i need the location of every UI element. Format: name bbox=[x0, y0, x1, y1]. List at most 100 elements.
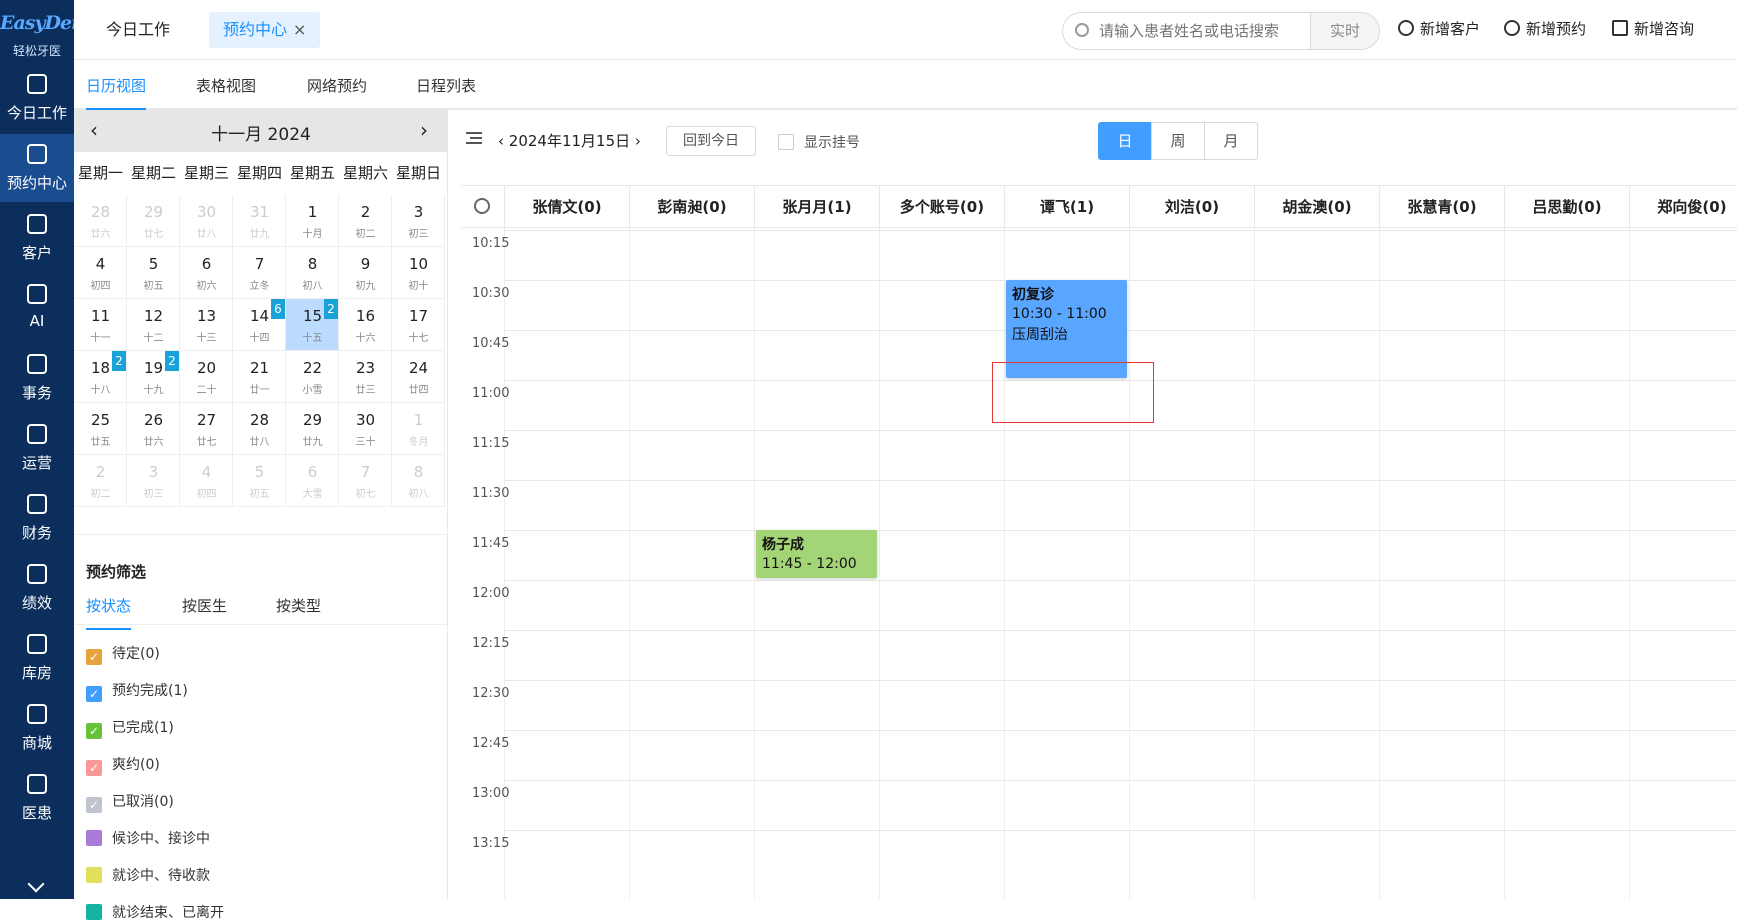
calendar-day[interactable]: 4 初四 bbox=[180, 455, 233, 507]
filter-item[interactable]: ✓ 预约完成(1) bbox=[86, 680, 188, 702]
doctor-column-header[interactable]: 谭飞(1) bbox=[1004, 186, 1129, 228]
calendar-day[interactable]: 3 初三 bbox=[392, 195, 445, 247]
calendar-day[interactable]: 8 初八 bbox=[286, 247, 339, 299]
back-to-today-button[interactable]: 回到今日 bbox=[666, 126, 756, 156]
calendar-day[interactable]: 5 初五 bbox=[127, 247, 180, 299]
calendar-day[interactable]: 30 廿八 bbox=[180, 195, 233, 247]
filter-item[interactable]: ✓ 已取消(0) bbox=[86, 791, 174, 813]
sidebar-item-5[interactable]: 运营 bbox=[0, 414, 74, 482]
view-day-button[interactable]: 日 bbox=[1098, 122, 1152, 160]
calendar-day[interactable]: 4 初四 bbox=[74, 247, 127, 299]
calendar-day[interactable]: 12 十二 bbox=[127, 299, 180, 351]
sidebar-item-6[interactable]: 财务 bbox=[0, 484, 74, 552]
sidebar-item-1[interactable]: 预约中心 bbox=[0, 134, 74, 202]
sidebar-item-7[interactable]: 绩效 bbox=[0, 554, 74, 622]
calendar-day[interactable]: 30 三十 bbox=[339, 403, 392, 455]
doctor-column-header[interactable]: 张倩文(0) bbox=[504, 186, 629, 228]
doctor-column-header[interactable]: 胡金澳(0) bbox=[1254, 186, 1379, 228]
calendar-day[interactable]: 5 初五 bbox=[233, 455, 286, 507]
filter-item[interactable]: 候诊中、接诊中 bbox=[86, 828, 210, 848]
doctor-column-header[interactable]: 张月月(1) bbox=[754, 186, 879, 228]
calendar-day[interactable]: 21 廿一 bbox=[233, 351, 286, 403]
calendar-day[interactable]: 20 二十 bbox=[180, 351, 233, 403]
doctor-column-header[interactable]: 张慧青(0) bbox=[1379, 186, 1504, 228]
calendar-day[interactable]: 6 初六 bbox=[180, 247, 233, 299]
calendar-day[interactable]: 28 廿八 bbox=[233, 403, 286, 455]
tab-today-work[interactable]: 今日工作 bbox=[92, 12, 184, 48]
calendar-day[interactable]: 2 初二 bbox=[74, 455, 127, 507]
calendar-day[interactable]: 7 立冬 bbox=[233, 247, 286, 299]
sidebar-item-0[interactable]: 今日工作 bbox=[0, 64, 74, 132]
sidebar-item-2[interactable]: 客户 bbox=[0, 204, 74, 272]
sidebar-item-8[interactable]: 库房 bbox=[0, 624, 74, 692]
calendar-day[interactable]: 6 大雪 bbox=[286, 455, 339, 507]
next-month-button[interactable]: › bbox=[420, 118, 428, 142]
calendar-day[interactable]: 22 小雪 bbox=[286, 351, 339, 403]
calendar-day[interactable]: 18 十八 2 bbox=[74, 351, 127, 403]
sidebar-item-3[interactable]: AI bbox=[0, 274, 74, 342]
tab-calendar-view[interactable]: 日历视图 bbox=[86, 75, 147, 110]
doctor-column-header[interactable]: 多个账号(0) bbox=[879, 186, 1004, 228]
filter-item[interactable]: ✓ 已完成(1) bbox=[86, 717, 174, 739]
calendar-day[interactable]: 14 十四 6 bbox=[233, 299, 286, 351]
calendar-day[interactable]: 11 十一 bbox=[74, 299, 127, 351]
calendar-day[interactable]: 25 廿五 bbox=[74, 403, 127, 455]
collapse-menu-icon[interactable] bbox=[466, 132, 482, 144]
calendar-day[interactable]: 24 廿四 bbox=[392, 351, 445, 403]
close-icon[interactable]: × bbox=[293, 20, 306, 39]
calendar-day[interactable]: 2 初二 bbox=[339, 195, 392, 247]
doctor-column-header[interactable]: 彭南昶(0) bbox=[629, 186, 754, 228]
check-icon[interactable]: ✓ bbox=[86, 649, 102, 665]
check-icon[interactable]: ✓ bbox=[86, 760, 102, 776]
chevron-down-icon[interactable] bbox=[27, 875, 45, 893]
tab-appointment-center[interactable]: 预约中心 × bbox=[209, 12, 321, 48]
gear-icon[interactable] bbox=[474, 198, 490, 214]
sidebar-item-4[interactable]: 事务 bbox=[0, 344, 74, 412]
doctor-column-header[interactable]: 刘洁(0) bbox=[1129, 186, 1254, 228]
status-color-swatch[interactable] bbox=[86, 830, 102, 846]
add-consult-button[interactable]: 新增咨询 bbox=[1612, 18, 1694, 39]
status-color-swatch[interactable] bbox=[86, 904, 102, 920]
calendar-day[interactable]: 19 十九 2 bbox=[127, 351, 180, 403]
appointment-card[interactable]: 杨子成 11:45 - 12:00 bbox=[756, 530, 877, 578]
sidebar-item-9[interactable]: 商城 bbox=[0, 694, 74, 762]
view-week-button[interactable]: 周 bbox=[1151, 122, 1205, 160]
view-month-button[interactable]: 月 bbox=[1204, 122, 1258, 160]
current-date[interactable]: ‹ 2024年11月15日 › bbox=[498, 130, 641, 151]
calendar-day[interactable]: 13 十三 bbox=[180, 299, 233, 351]
calendar-day[interactable]: 28 廿六 bbox=[74, 195, 127, 247]
calendar-day[interactable]: 7 初七 bbox=[339, 455, 392, 507]
calendar-day[interactable]: 27 廿七 bbox=[180, 403, 233, 455]
calendar-day[interactable]: 26 廿六 bbox=[127, 403, 180, 455]
calendar-day[interactable]: 1 冬月 bbox=[392, 403, 445, 455]
calendar-day[interactable]: 16 十六 bbox=[339, 299, 392, 351]
check-icon[interactable]: ✓ bbox=[86, 686, 102, 702]
calendar-day[interactable]: 10 初十 bbox=[392, 247, 445, 299]
realtime-button[interactable]: 实时 bbox=[1310, 12, 1380, 50]
add-customer-button[interactable]: 新增客户 bbox=[1398, 18, 1480, 39]
status-color-swatch[interactable] bbox=[86, 867, 102, 883]
tab-table-view[interactable]: 表格视图 bbox=[196, 75, 256, 108]
check-icon[interactable]: ✓ bbox=[86, 723, 102, 739]
calendar-day[interactable]: 31 廿九 bbox=[233, 195, 286, 247]
filter-item[interactable]: 就诊中、待收款 bbox=[86, 865, 210, 885]
doctor-column-header[interactable]: 吕思勤(0) bbox=[1504, 186, 1629, 228]
calendar-day[interactable]: 3 初三 bbox=[127, 455, 180, 507]
calendar-day[interactable]: 8 初八 bbox=[392, 455, 445, 507]
doctor-column-header[interactable]: 郑向俊(0) bbox=[1629, 186, 1737, 228]
sidebar-item-10[interactable]: 医患 bbox=[0, 764, 74, 832]
filter-item[interactable]: ✓ 待定(0) bbox=[86, 643, 160, 665]
filter-item[interactable]: 就诊结束、已离开 bbox=[86, 902, 224, 922]
calendar-day[interactable]: 1 十月 bbox=[286, 195, 339, 247]
calendar-day[interactable]: 23 廿三 bbox=[339, 351, 392, 403]
calendar-day[interactable]: 15 十五 2 bbox=[286, 299, 339, 351]
filter-item[interactable]: ✓ 爽约(0) bbox=[86, 754, 160, 776]
show-registration-checkbox[interactable]: 显示挂号 bbox=[778, 132, 860, 152]
calendar-day[interactable]: 29 廿七 bbox=[127, 195, 180, 247]
add-appointment-button[interactable]: 新增预约 bbox=[1504, 18, 1586, 39]
tab-online-booking[interactable]: 网络预约 bbox=[307, 75, 367, 108]
search-input[interactable] bbox=[1099, 19, 1299, 43]
checkbox[interactable] bbox=[778, 134, 794, 150]
tab-schedule-list[interactable]: 日程列表 bbox=[416, 75, 476, 108]
check-icon[interactable]: ✓ bbox=[86, 797, 102, 813]
